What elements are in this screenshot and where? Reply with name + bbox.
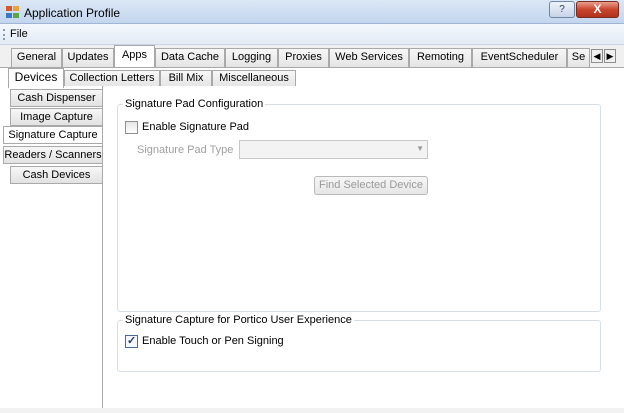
enable-touch-pen-label: Enable Touch or Pen Signing <box>142 335 284 347</box>
tab-apps[interactable]: Apps <box>114 45 155 67</box>
sub-tab-strip: Devices Collection Letters Bill Mix Misc… <box>0 67 624 88</box>
menu-bar: File <box>0 24 624 45</box>
subtab-miscellaneous[interactable]: Miscellaneous <box>212 70 296 87</box>
tab-logging[interactable]: Logging <box>225 48 278 67</box>
tab-remoting[interactable]: Remoting <box>409 48 472 67</box>
tab-web-services[interactable]: Web Services <box>329 48 409 67</box>
tab-updates[interactable]: Updates <box>62 48 114 67</box>
tab-scroll-right-icon[interactable]: ▶ <box>604 49 616 63</box>
tab-data-cache[interactable]: Data Cache <box>155 48 225 67</box>
tab-event-scheduler[interactable]: EventScheduler <box>472 48 567 67</box>
signature-pad-type-label: Signature Pad Type <box>137 144 234 156</box>
window-title: Application Profile <box>24 6 121 20</box>
app-icon <box>6 6 19 18</box>
find-selected-device-button[interactable]: Find Selected Device <box>314 176 428 195</box>
portico-group-title: Signature Capture for Portico User Exper… <box>123 314 354 326</box>
bottom-edge <box>0 408 624 413</box>
subtab-collection-letters[interactable]: Collection Letters <box>64 70 160 87</box>
main-tab-strip: General Updates Apps Data Cache Logging … <box>0 45 624 67</box>
signature-pad-group: Signature Pad Configuration Enable Signa… <box>117 98 601 312</box>
subtab-devices[interactable]: Devices <box>8 68 64 88</box>
device-tab-pane: Cash Dispenser Image Capture Signature C… <box>0 86 103 413</box>
menu-file[interactable]: File <box>10 28 28 40</box>
close-button[interactable]: X <box>576 1 619 18</box>
portico-group: Signature Capture for Portico User Exper… <box>117 314 601 372</box>
tab-proxies[interactable]: Proxies <box>278 48 329 67</box>
subtab-bill-mix[interactable]: Bill Mix <box>160 70 212 87</box>
enable-touch-pen-checkbox[interactable]: ✓ <box>125 335 138 348</box>
help-button[interactable]: ? <box>549 1 575 18</box>
title-bar: Application Profile ? X <box>0 0 624 24</box>
tab-se-truncated[interactable]: Se <box>567 48 590 67</box>
menu-grip-icon <box>3 29 5 40</box>
vtab-readers-scanners[interactable]: Readers / Scanners <box>3 146 102 164</box>
vtab-cash-devices[interactable]: Cash Devices <box>10 166 102 184</box>
enable-signature-pad-label: Enable Signature Pad <box>142 121 250 133</box>
tab-scroll-left-icon[interactable]: ◀ <box>591 49 603 63</box>
chevron-down-icon: ▼ <box>416 144 424 153</box>
tab-general[interactable]: General <box>11 48 62 67</box>
vtab-cash-dispenser[interactable]: Cash Dispenser <box>10 89 102 107</box>
vtab-image-capture[interactable]: Image Capture <box>10 108 102 126</box>
signature-capture-panel: Signature Pad Configuration Enable Signa… <box>104 86 624 413</box>
enable-signature-pad-checkbox[interactable] <box>125 121 138 134</box>
vtab-signature-capture[interactable]: Signature Capture <box>3 126 102 144</box>
checkmark-icon: ✓ <box>127 335 137 347</box>
signature-pad-type-select[interactable]: ▼ <box>239 140 428 159</box>
signature-pad-group-title: Signature Pad Configuration <box>123 98 266 110</box>
